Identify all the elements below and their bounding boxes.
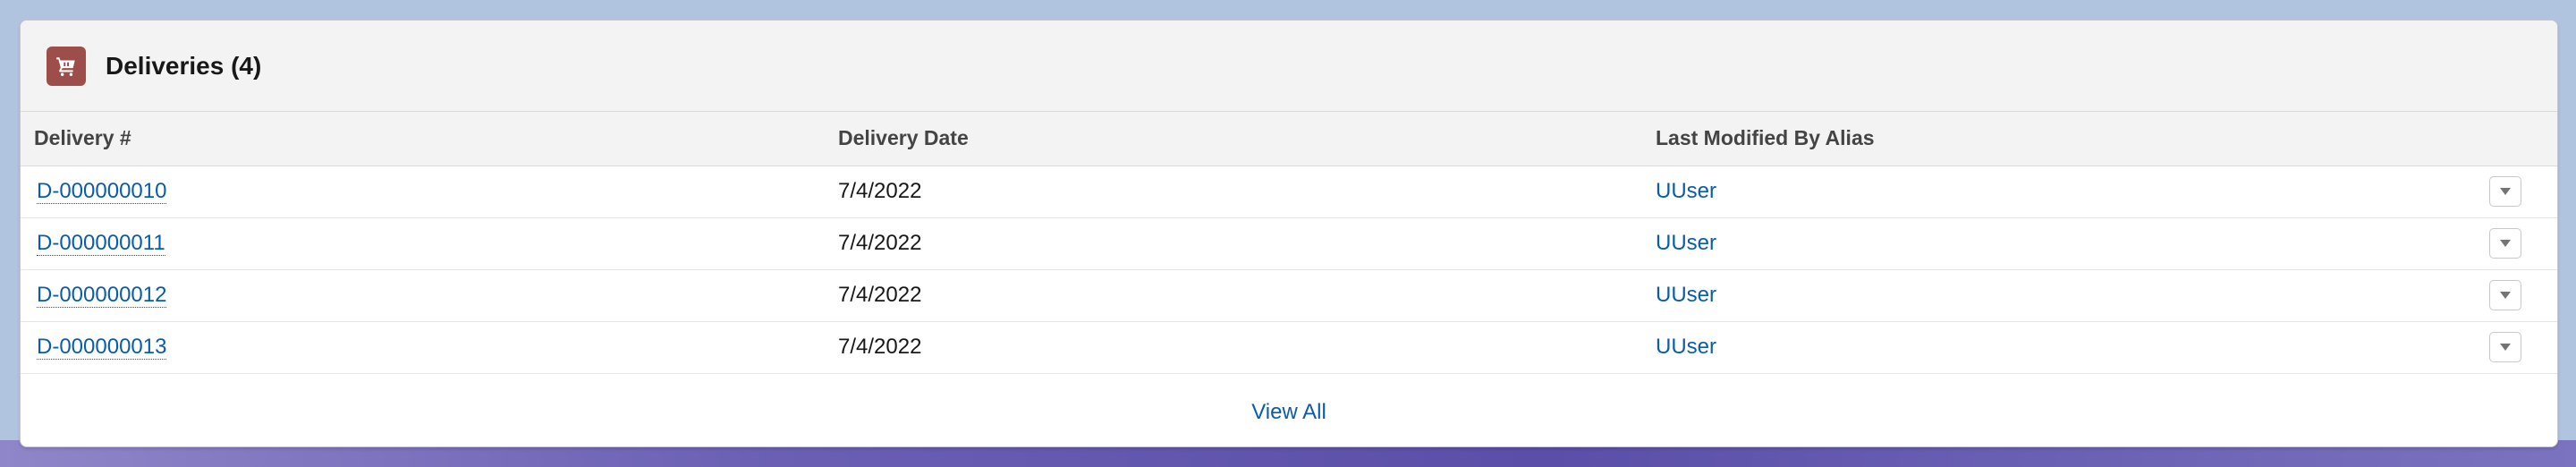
- table-row: D-000000010 7/4/2022 UUser: [21, 166, 2557, 217]
- cart-icon-svg: [56, 56, 75, 76]
- delivery-number-link[interactable]: D-000000013: [37, 335, 167, 360]
- table-row: D-000000011 7/4/2022 UUser: [21, 217, 2557, 269]
- delivery-number-link[interactable]: D-000000011: [37, 231, 165, 256]
- chevron-down-icon: [2500, 240, 2511, 247]
- chevron-down-icon: [2500, 188, 2511, 195]
- column-header-delivery-number[interactable]: Delivery #: [21, 112, 838, 166]
- chevron-down-icon: [2500, 344, 2511, 351]
- card-title[interactable]: Deliveries (4): [106, 52, 261, 81]
- row-actions-button[interactable]: [2489, 332, 2521, 362]
- delivery-number-link[interactable]: D-000000012: [37, 283, 167, 308]
- delivery-date-cell: 7/4/2022: [838, 335, 922, 359]
- card-header: Deliveries (4): [21, 21, 2557, 112]
- modified-by-link[interactable]: UUser: [1656, 283, 1716, 307]
- table-row: D-000000012 7/4/2022 UUser: [21, 269, 2557, 321]
- delivery-date-cell: 7/4/2022: [838, 179, 922, 203]
- delivery-number-link[interactable]: D-000000010: [37, 179, 167, 204]
- cart-icon: [47, 46, 86, 86]
- column-header-delivery-date[interactable]: Delivery Date: [838, 112, 1656, 166]
- modified-by-link[interactable]: UUser: [1656, 335, 1716, 359]
- modified-by-link[interactable]: UUser: [1656, 179, 1716, 203]
- row-actions-button[interactable]: [2489, 176, 2521, 207]
- row-actions-button[interactable]: [2489, 280, 2521, 310]
- column-header-actions: [2459, 112, 2557, 166]
- row-actions-button[interactable]: [2489, 228, 2521, 259]
- card-footer: View All: [21, 378, 2557, 446]
- chevron-down-icon: [2500, 292, 2511, 299]
- column-header-last-modified-by-alias[interactable]: Last Modified By Alias: [1656, 112, 2459, 166]
- view-all-link[interactable]: View All: [1251, 400, 1326, 425]
- delivery-date-cell: 7/4/2022: [838, 283, 922, 307]
- deliveries-related-list-card: Deliveries (4) Delivery # Delivery Date …: [20, 20, 2558, 447]
- deliveries-table: Delivery # Delivery Date Last Modified B…: [21, 112, 2557, 374]
- table-row: D-000000013 7/4/2022 UUser: [21, 321, 2557, 373]
- modified-by-link[interactable]: UUser: [1656, 231, 1716, 255]
- delivery-date-cell: 7/4/2022: [838, 231, 922, 255]
- table-header-row: Delivery # Delivery Date Last Modified B…: [21, 112, 2557, 166]
